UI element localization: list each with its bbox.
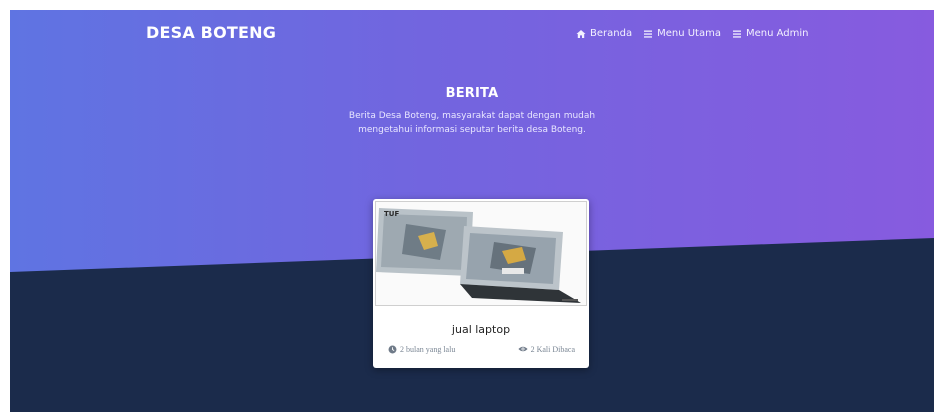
eye-icon [517, 344, 528, 354]
nav-item-label: Menu Admin [745, 28, 809, 39]
news-time-label: 2 bulan yang lalu [400, 344, 456, 354]
news-card[interactable]: TUF jual laptop 2 bulan yang lalu 2 Kali… [373, 199, 589, 368]
news-views-label: 2 Kali Dibaca [530, 344, 575, 354]
news-views: 2 Kali Dibaca [517, 344, 575, 354]
hero-description-line-1: Berita Desa Boteng, masyarakat dapat den… [348, 111, 596, 121]
svg-text:TUF: TUF [384, 210, 399, 218]
navbar: DESA BOTENG Beranda Menu Utama Menu Admi… [10, 10, 934, 56]
bars-icon [732, 29, 742, 39]
nav-links: Beranda Menu Utama Menu Admin [576, 28, 808, 39]
news-meta: 2 bulan yang lalu 2 Kali Dibaca [387, 344, 575, 354]
nav-item-label: Beranda [590, 28, 633, 39]
hero-content: BERITA Berita Desa Boteng, masyarakat da… [292, 86, 652, 137]
page: DESA BOTENG Beranda Menu Utama Menu Admi… [10, 10, 934, 412]
nav-item-beranda[interactable]: Beranda [576, 28, 632, 39]
news-title[interactable]: jual laptop [373, 323, 589, 336]
news-time: 2 bulan yang lalu [387, 344, 455, 354]
nav-item-menu-admin[interactable]: Menu Admin [732, 28, 809, 39]
home-icon [576, 29, 586, 39]
hero-description-line-2: mengetahui informasi seputar berita desa… [358, 125, 586, 135]
brand-logo[interactable]: DESA BOTENG [146, 23, 276, 42]
nav-item-label: Menu Utama [657, 28, 721, 39]
laptop-image[interactable]: TUF [375, 201, 587, 306]
bars-icon [643, 29, 653, 39]
nav-item-menu-utama[interactable]: Menu Utama [643, 28, 721, 39]
clock-icon [387, 344, 397, 354]
hero-description: Berita Desa Boteng, masyarakat dapat den… [292, 109, 652, 137]
page-title: BERITA [445, 86, 499, 101]
